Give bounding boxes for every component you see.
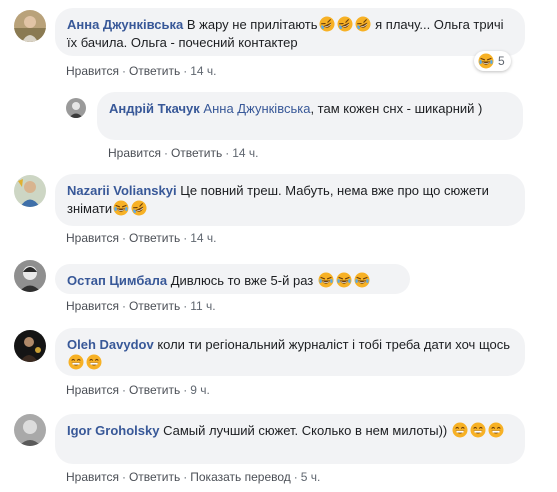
avatar[interactable] [14, 175, 46, 207]
grin-emoji-icon [452, 422, 468, 438]
comment-bubble: Oleh Davydov коли ти регіональний журнал… [55, 328, 525, 376]
laugh-emoji-icon [318, 272, 334, 288]
comment-actions: Нравится · Ответить · 9 ч. [66, 383, 210, 397]
reply-link[interactable]: Ответить [129, 299, 180, 313]
avatar[interactable] [14, 10, 46, 42]
comment-author[interactable]: Остап Цимбала [67, 273, 167, 288]
rofl-emoji-icon [131, 200, 147, 216]
comment-time[interactable]: 11 ч. [190, 299, 215, 313]
person-avatar-icon [14, 175, 46, 207]
grin-emoji-icon [488, 422, 504, 438]
avatar[interactable] [14, 330, 46, 362]
laugh-reaction-icon [478, 53, 494, 69]
avatar[interactable] [14, 414, 46, 446]
comment-actions: Нравится · Ответить · 14 ч. [66, 231, 217, 245]
comment-author[interactable]: Андрій Ткачук [109, 101, 200, 116]
comment-time[interactable]: 14 ч. [232, 146, 258, 160]
person-outdoor-avatar-icon [14, 10, 46, 42]
laugh-emoji-icon [113, 200, 129, 216]
comment-author[interactable]: Igor Groholsky [67, 423, 159, 438]
translate-link[interactable]: Показать перевод [190, 470, 291, 484]
rofl-emoji-icon [355, 16, 371, 32]
reply-link[interactable]: Ответить [129, 470, 180, 484]
like-link[interactable]: Нравится [66, 383, 119, 397]
reply-link[interactable]: Ответить [129, 64, 180, 78]
person-avatar-icon [66, 98, 86, 118]
like-link[interactable]: Нравится [66, 299, 119, 313]
grin-emoji-icon [86, 354, 102, 370]
like-link[interactable]: Нравится [108, 146, 161, 160]
comment-bubble: Андрій Ткачук Анна Джунківська, там коже… [97, 92, 523, 140]
like-link[interactable]: Нравится [66, 470, 119, 484]
comment-actions: Нравится · Ответить · 14 ч. [108, 146, 259, 160]
laugh-emoji-icon [354, 272, 370, 288]
comment-time[interactable]: 14 ч. [190, 231, 216, 245]
comment-author[interactable]: Oleh Davydov [67, 337, 154, 352]
comment-actions: Нравится · Ответить · 11 ч. [66, 299, 216, 313]
laugh-emoji-icon [336, 272, 352, 288]
comment-text: Дивлюсь то вже 5-й раз [167, 273, 371, 288]
comment-author[interactable]: Анна Джунківська [67, 17, 183, 32]
comment-bubble: Анна Джунківська В жару не прилітають я … [55, 8, 525, 56]
grin-emoji-icon [470, 422, 486, 438]
comment-actions: Нравится · Ответить · 14 ч. [66, 64, 217, 78]
comment-time[interactable]: 14 ч. [190, 64, 216, 78]
comment-bubble: Остап Цимбала Дивлюсь то вже 5-й раз [55, 264, 410, 294]
person-avatar-icon [14, 260, 46, 292]
reaction-count: 5 [498, 54, 505, 68]
comment-actions: Нравится · Ответить · Показать перевод · 5 ч. [66, 470, 321, 484]
avatar[interactable] [66, 98, 86, 118]
comment-time[interactable]: 5 ч. [301, 470, 321, 484]
rofl-emoji-icon [319, 16, 335, 32]
comment-text: , там кожен снх - шикарний ) [310, 101, 483, 116]
rofl-emoji-icon [337, 16, 353, 32]
reply-link[interactable]: Ответить [171, 146, 222, 160]
comment-bubble: Nazarii Volianskyi Це повний треш. Мабут… [55, 174, 525, 226]
comment-bubble: Igor Groholsky Самый лучший сюжет. Сколь… [55, 414, 525, 464]
reply-link[interactable]: Ответить [129, 231, 180, 245]
grin-emoji-icon [68, 354, 84, 370]
mention-link[interactable]: Анна Джунківська [203, 101, 310, 116]
person-avatar-icon [14, 414, 46, 446]
person-dark-avatar-icon [14, 330, 46, 362]
avatar[interactable] [14, 260, 46, 292]
comment-time[interactable]: 9 ч. [190, 383, 210, 397]
reaction-summary[interactable]: 5 [474, 51, 511, 71]
comment-text: Самый лучший сюжет. Сколько в нем милоты… [159, 423, 504, 438]
like-link[interactable]: Нравится [66, 64, 119, 78]
like-link[interactable]: Нравится [66, 231, 119, 245]
comment-author[interactable]: Nazarii Volianskyi [67, 183, 177, 198]
reply-link[interactable]: Ответить [129, 383, 180, 397]
